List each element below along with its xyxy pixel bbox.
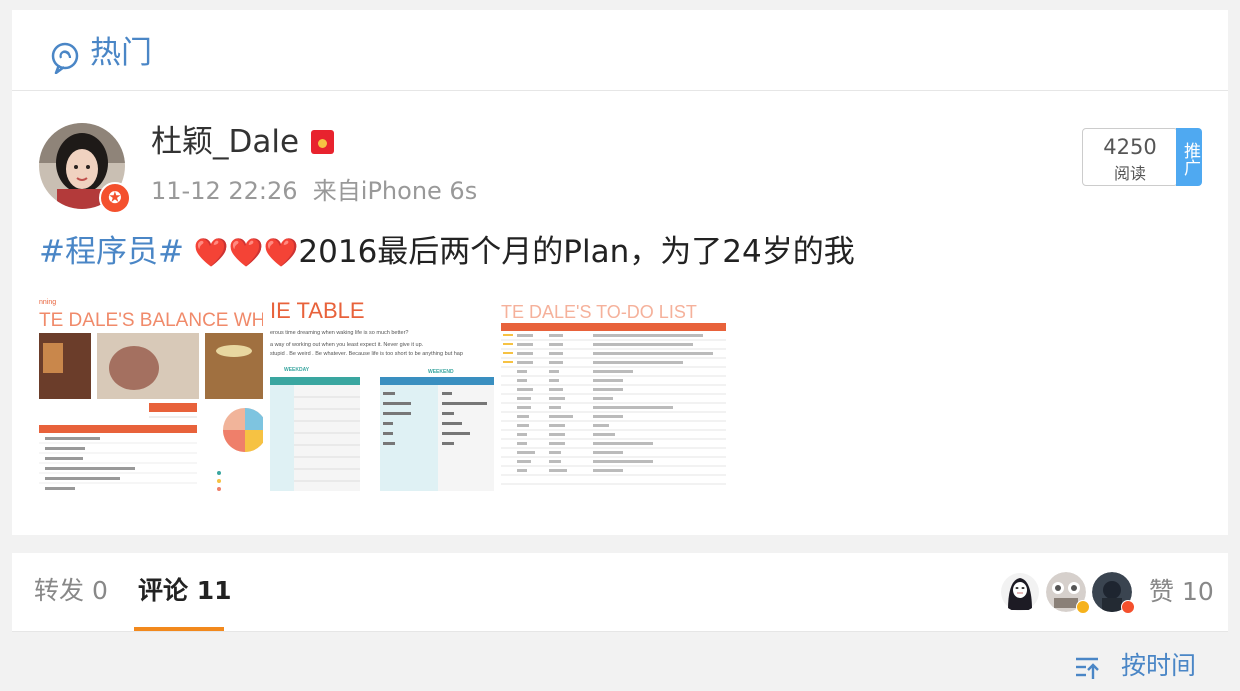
post-image-2[interactable]: IE TABLE erous time dreaming when waking… [270, 293, 494, 503]
like-count[interactable]: 赞 10 [1149, 579, 1214, 604]
like-label: 赞 [1149, 577, 1175, 606]
post-image-1[interactable]: nning TE DALE'S BALANCE WHE [39, 293, 263, 503]
image-2-weekend-label: WEEKEND [428, 369, 454, 375]
liker-avatar[interactable] [1000, 572, 1040, 612]
read-label: 阅读 [1113, 164, 1146, 183]
image-2-title: IE TABLE [270, 298, 365, 323]
verified-badge-icon: ✪ [99, 182, 131, 214]
hot-section-header: 热门 [12, 10, 1228, 91]
image-2-line-1: erous time dreaming when waking life is … [270, 330, 408, 336]
sort-by-time-button[interactable]: 按时间 [1121, 653, 1196, 678]
post-timestamp: 11-12 22:26 [151, 177, 298, 205]
promote-button[interactable]: 推广 [1176, 128, 1202, 186]
image-1-subtitle: nning [39, 299, 56, 306]
tab-forward[interactable]: 转发 0 [34, 578, 108, 603]
tab-comment[interactable]: 评论 11 [138, 578, 232, 603]
interaction-tabs: 转发 0 评论 11 赞 10 [12, 553, 1228, 632]
post-source: 来自iPhone 6s [312, 177, 478, 205]
verified-badge-icon [1121, 600, 1135, 614]
weibo-post: ✪ 杜颖_Dale 11-12 22:26 来自iPhone 6s 4250 阅… [12, 91, 1228, 535]
post-body: 2016最后两个月的Plan，为了24岁的我 [298, 234, 855, 270]
tab-forward-label: 转发 [34, 576, 85, 605]
read-count-box: 4250 阅读 [1082, 128, 1178, 186]
image-2-line-3: stupid . Be weird . Be whatever. Because… [270, 351, 463, 357]
image-3-title: TE DALE'S TO-DO LIST [501, 302, 697, 322]
tab-comment-label: 评论 [138, 576, 189, 605]
tab-comment-count: 11 [196, 576, 232, 605]
red-packet-icon [311, 130, 334, 154]
active-tab-indicator [134, 627, 224, 631]
image-1-title: TE DALE'S BALANCE WHE [39, 310, 263, 331]
post-image-3[interactable]: TE DALE'S TO-DO LIST [501, 293, 726, 503]
section-title: 热门 [90, 35, 152, 71]
post-meta: 11-12 22:26 来自iPhone 6s [151, 179, 477, 203]
like-number: 10 [1181, 577, 1214, 606]
hashtag-link[interactable]: #程序员# [39, 234, 184, 270]
sort-icon[interactable] [1074, 656, 1100, 684]
heart-emoji-icon: ❤️❤️❤️ [193, 236, 299, 269]
hot-topic-icon [50, 42, 80, 78]
post-text: #程序员# ❤️❤️❤️2016最后两个月的Plan，为了24岁的我 [39, 231, 855, 274]
read-count: 4250 [1103, 135, 1157, 159]
tab-forward-count: 0 [91, 576, 108, 605]
username[interactable]: 杜颖_Dale [151, 127, 299, 158]
image-2-weekday-label: WEEKDAY [284, 367, 310, 373]
image-2-line-2: a way of working out when you least expe… [270, 342, 424, 348]
vip-badge-icon [1076, 600, 1090, 614]
